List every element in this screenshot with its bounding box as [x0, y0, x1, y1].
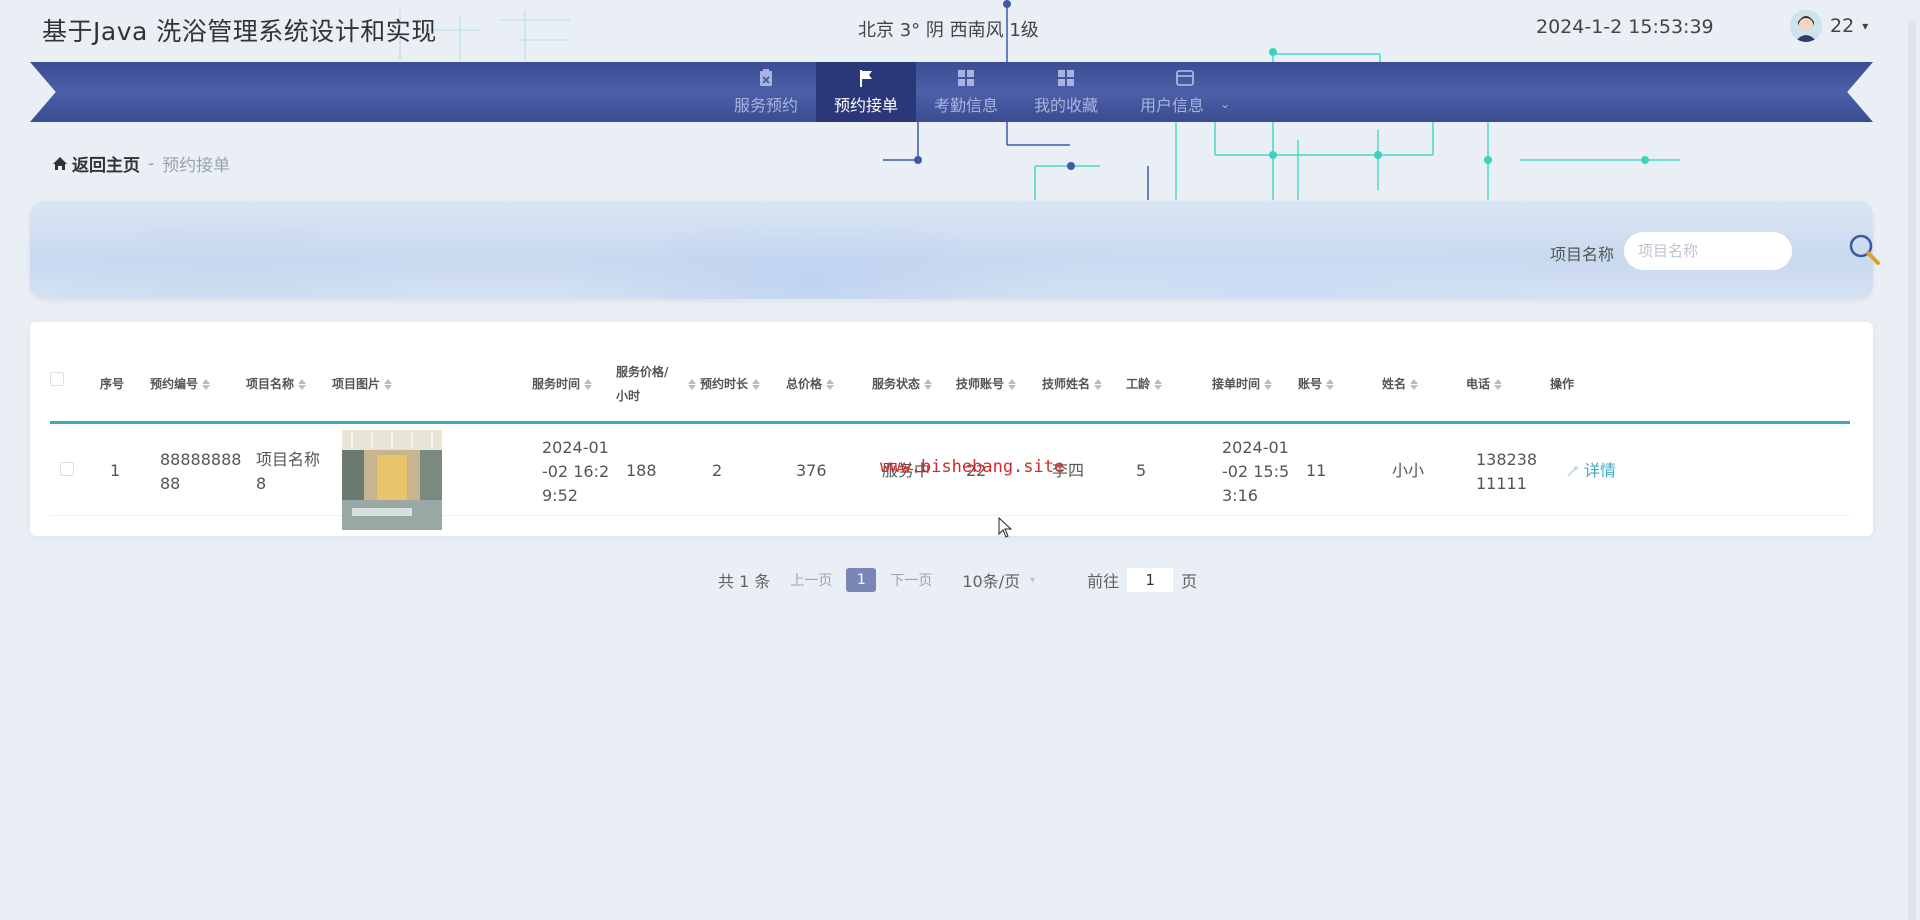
nav-label: 服务预约 [733, 96, 798, 115]
col-phone[interactable]: 电话 [1466, 372, 1503, 396]
nav-label: 考勤信息 [933, 96, 998, 115]
search-icon [1849, 234, 1880, 265]
cell-seniority: 5 [1136, 461, 1147, 480]
select-all-checkbox[interactable] [50, 372, 64, 386]
sort-icon[interactable] [1008, 378, 1017, 390]
pagination-total: 共 1 条 [718, 572, 771, 591]
clipboard-icon [760, 69, 772, 86]
sort-icon[interactable] [924, 378, 933, 390]
col-accept-time[interactable]: 接单时间 [1212, 372, 1273, 396]
col-order-no[interactable]: 预约编号 [150, 372, 211, 396]
col-total[interactable]: 总价格 [786, 372, 835, 396]
nav-item-favorites[interactable]: 我的收藏 [1016, 62, 1116, 122]
cell-total: 376 [796, 461, 827, 480]
nav-item-attendance[interactable]: 考勤信息 [916, 62, 1016, 122]
col-duration[interactable]: 预约时长 [688, 372, 761, 396]
page-jump-input[interactable] [1127, 568, 1174, 592]
weather-info: 北京 3° 阴 西南风 1级 [858, 20, 1039, 41]
next-page-button[interactable]: 下一页 [890, 570, 932, 590]
search-button[interactable] [1845, 231, 1885, 271]
col-price-per-hour[interactable]: 服务价格/小时 [616, 360, 676, 408]
sort-icon[interactable] [384, 378, 393, 390]
col-action: 操作 [1550, 377, 1575, 391]
clock: 2024-1-2 15:53:39 [1536, 16, 1714, 38]
cell-price-per-hour: 188 [626, 461, 657, 480]
sort-icon[interactable] [688, 378, 696, 390]
nav-item-user-info[interactable]: 用户信息 ⌄ [1116, 62, 1244, 122]
cell-account: 11 [1306, 461, 1327, 480]
detail-link[interactable]: 详情 [1566, 459, 1616, 483]
breadcrumb-separator: - [148, 153, 155, 174]
grid-icon [1058, 70, 1074, 86]
sort-icon[interactable] [1094, 378, 1103, 390]
pagination: 共 1 条 上一页 1 下一页 10条/页 ▾ 前往 页 [718, 568, 1197, 592]
col-service-time[interactable]: 服务时间 [532, 372, 593, 396]
cell-name: 小小 [1392, 461, 1425, 480]
table-panel: 序号 预约编号 项目名称 项目图片 服务时间 服务价格/小时 预约时长 总价格 … [30, 322, 1873, 536]
col-name[interactable]: 姓名 [1382, 372, 1419, 396]
nav-item-order-accept[interactable]: 预约接单 [816, 62, 916, 122]
sort-icon[interactable] [826, 378, 835, 390]
main-navbar: 服务预约 预约接单 考勤信息 我的收藏 用户信息 ⌄ [30, 62, 1873, 122]
sort-icon[interactable] [298, 378, 307, 390]
cell-project-name: 项目名称8 [256, 450, 321, 493]
search-label: 项目名称 [1550, 245, 1615, 264]
col-status[interactable]: 服务状态 [872, 372, 933, 396]
site-title: 基于Java 洗浴管理系统设计和实现 [42, 17, 437, 46]
sort-icon[interactable] [1264, 378, 1273, 390]
chevron-down-icon: ▾ [1030, 574, 1036, 586]
username: 22 [1830, 15, 1855, 37]
watermark: www.bishebang.site [880, 457, 1065, 477]
cell-index: 1 [110, 461, 121, 480]
col-account[interactable]: 账号 [1298, 372, 1335, 396]
sort-icon[interactable] [752, 378, 761, 390]
nav-label: 用户信息 [1140, 96, 1205, 115]
cell-order-no: 8888888888 [160, 450, 242, 493]
breadcrumb-home[interactable]: 返回主页 [52, 151, 140, 176]
card-icon [1176, 70, 1194, 86]
breadcrumb-current: 预约接单 [162, 156, 231, 176]
home-icon [53, 157, 67, 170]
breadcrumb: 返回主页 - 预约接单 [52, 151, 230, 176]
nav-label: 预约接单 [833, 96, 898, 115]
mouse-cursor-icon [998, 517, 1013, 538]
flag-icon [860, 70, 872, 87]
magic-wand-icon [1567, 465, 1579, 477]
cell-duration: 2 [712, 461, 723, 480]
user-menu[interactable]: 22 ▾ [1790, 10, 1868, 42]
table-header: 序号 预约编号 项目名称 项目图片 服务时间 服务价格/小时 预约时长 总价格 … [50, 344, 1850, 424]
sort-icon[interactable] [202, 378, 211, 390]
sort-icon[interactable] [1494, 378, 1503, 390]
chevron-down-icon[interactable]: ▾ [1862, 19, 1868, 33]
cell-phone: 13823811111 [1476, 450, 1538, 493]
sort-icon[interactable] [1326, 378, 1335, 390]
prev-page-button[interactable]: 上一页 [790, 570, 832, 590]
sort-icon[interactable] [1154, 378, 1163, 390]
col-tech-name[interactable]: 技师姓名 [1042, 372, 1103, 396]
search-input[interactable] [1624, 232, 1792, 270]
nav-label: 我的收藏 [1033, 96, 1098, 115]
page-jump: 前往 页 [1087, 568, 1197, 592]
project-image [342, 430, 442, 530]
page-number-button[interactable]: 1 [846, 568, 877, 592]
chevron-down-icon[interactable]: ⌄ [1220, 97, 1230, 111]
avatar[interactable] [1790, 10, 1822, 42]
sort-icon[interactable] [584, 378, 593, 390]
page-scrollbar[interactable] [1908, 20, 1916, 920]
col-project-name[interactable]: 项目名称 [246, 372, 307, 396]
nav-item-service-booking[interactable]: 服务预约 [716, 62, 816, 122]
top-header: 基于Java 洗浴管理系统设计和实现 北京 3° 阴 西南风 1级 2024-1… [0, 0, 1920, 62]
page-size-select[interactable]: 10条/页 ▾ [962, 568, 1035, 592]
search-panel: 项目名称 [30, 201, 1880, 299]
breadcrumb-home-label: 返回主页 [72, 156, 140, 176]
sort-icon[interactable] [1410, 378, 1419, 390]
col-project-image[interactable]: 项目图片 [332, 372, 393, 396]
col-index: 序号 [100, 377, 125, 391]
row-checkbox[interactable] [60, 462, 74, 476]
col-tech-account[interactable]: 技师账号 [956, 372, 1017, 396]
cell-service-time: 2024-01-02 16:29:52 [542, 438, 610, 505]
col-seniority[interactable]: 工龄 [1126, 372, 1163, 396]
cell-accept-time: 2024-01-02 15:53:16 [1222, 438, 1290, 505]
grid-icon [958, 70, 974, 86]
